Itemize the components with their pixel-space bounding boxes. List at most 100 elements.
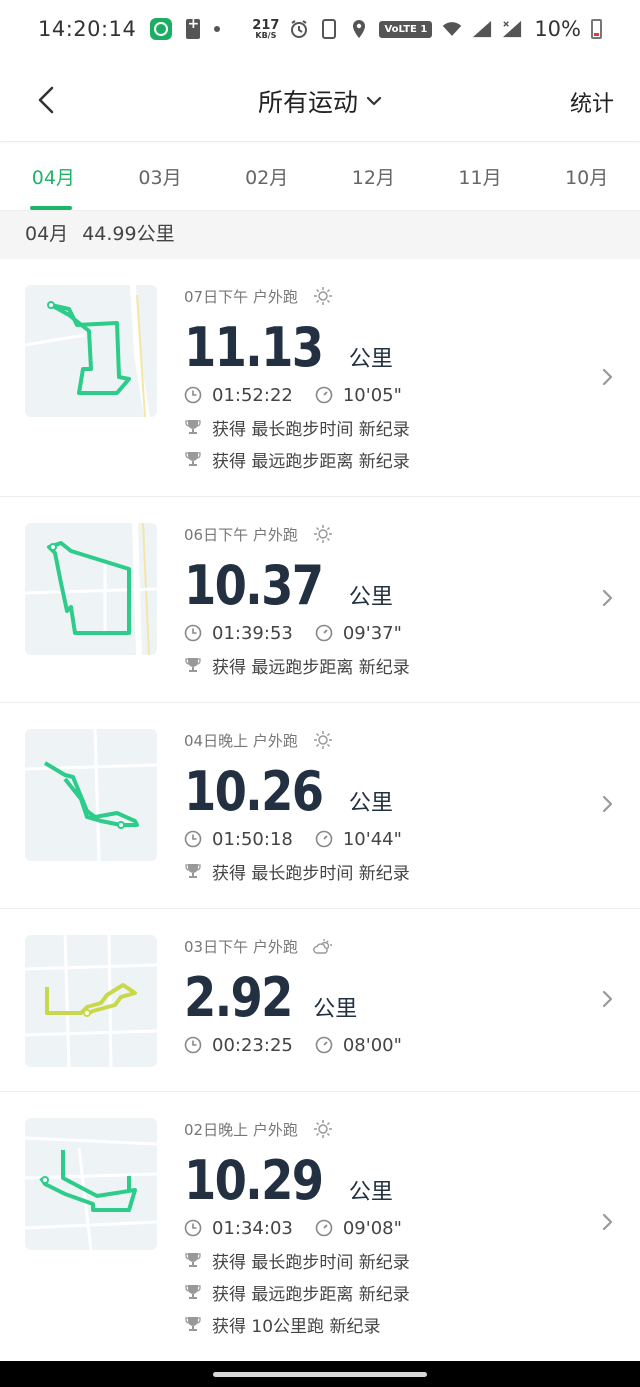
summary-month: 04月	[25, 223, 69, 245]
route-map-thumbnail	[25, 523, 157, 655]
run-list: 07日下午 户外跑 11.13 公里 01:52:22 10'05" 获得 最长…	[0, 259, 640, 1360]
battery-saver-icon	[186, 16, 201, 39]
distance-line: 11.13 公里	[184, 311, 580, 375]
run-info: 04日晚上 户外跑 10.26 公里 01:50:18 10'44" 获得 最长…	[184, 729, 580, 884]
chevron-right-icon	[600, 588, 616, 608]
pace: 10'05"	[315, 385, 402, 406]
app-header: 所有运动 统计	[0, 60, 640, 142]
distance-unit: 公里	[348, 585, 393, 610]
pace-gauge-icon	[315, 1036, 333, 1054]
partly-cloudy-icon	[312, 935, 334, 957]
statistics-button[interactable]: 统计	[570, 86, 614, 118]
record-badge: 获得 最远跑步距离 新纪录	[184, 447, 580, 472]
record-badge: 获得 最远跑步距离 新纪录	[184, 1280, 580, 1305]
record-badge: 获得 最长跑步时间 新纪录	[184, 415, 580, 440]
duration: 01:39:53	[184, 623, 293, 644]
tab-month-2[interactable]: 03月	[107, 143, 214, 210]
chevron-right-icon	[600, 794, 616, 814]
network-speed: 217 KB/S	[252, 17, 280, 40]
sun-icon	[312, 285, 334, 307]
chevron-right-icon	[600, 989, 616, 1009]
pace: 09'08"	[315, 1218, 402, 1239]
home-gesture-handle[interactable]	[213, 1372, 427, 1377]
run-item[interactable]: 04日晚上 户外跑 10.26 公里 01:50:18 10'44" 获得 最长…	[0, 703, 640, 909]
battery-percent: 10%	[534, 17, 581, 41]
run-item[interactable]: 02日晚上 户外跑 10.29 公里 01:34:03 09'08" 获得 最长…	[0, 1092, 640, 1360]
run-stats: 01:52:22 10'05"	[184, 383, 580, 407]
tab-month-5[interactable]: 11月	[427, 143, 534, 210]
pace-gauge-icon	[315, 830, 333, 848]
tab-month-4[interactable]: 12月	[320, 143, 427, 210]
location-icon	[349, 19, 369, 39]
distance-unit: 公里	[348, 791, 393, 816]
duration: 00:23:25	[184, 1035, 293, 1056]
trophy-icon	[184, 1283, 202, 1301]
app-notification-icon	[150, 18, 173, 40]
distance-unit: 公里	[313, 997, 358, 1022]
duration: 01:34:03	[184, 1218, 293, 1239]
run-distance: 10.37	[184, 554, 324, 617]
duration: 01:50:18	[184, 829, 293, 850]
notification-icons	[150, 16, 221, 40]
run-meta: 03日下午 户外跑	[184, 935, 580, 957]
duration: 01:52:22	[184, 385, 293, 406]
summary-total-distance: 44.99公里	[82, 223, 175, 245]
run-meta: 06日下午 户外跑	[184, 523, 580, 545]
status-bar: 14:20:14 217 KB/S VoLTE 1 10%	[0, 0, 640, 58]
sun-icon	[312, 523, 334, 545]
pace: 08'00"	[315, 1035, 402, 1056]
run-stats: 01:50:18 10'44"	[184, 827, 580, 851]
trophy-icon	[184, 1251, 202, 1269]
signal-nodata-icon	[502, 19, 522, 39]
back-button[interactable]	[28, 82, 64, 118]
tab-month-3[interactable]: 02月	[213, 143, 320, 210]
alarm-icon	[289, 19, 309, 39]
run-stats: 00:23:25 08'00"	[184, 1033, 580, 1057]
run-info: 02日晚上 户外跑 10.29 公里 01:34:03 09'08" 获得 最长…	[184, 1118, 580, 1337]
more-notifications-icon	[214, 26, 221, 32]
record-badge: 获得 10公里跑 新纪录	[184, 1312, 580, 1337]
sun-icon	[312, 1118, 334, 1140]
run-item[interactable]: 06日下午 户外跑 10.37 公里 01:39:53 09'37" 获得 最远…	[0, 497, 640, 703]
distance-line: 2.92 公里	[184, 961, 580, 1025]
volte-icon: VoLTE 1	[379, 20, 433, 38]
route-map-thumbnail	[25, 935, 157, 1067]
distance-line: 10.26 公里	[184, 755, 580, 819]
run-distance: 10.26	[184, 760, 324, 823]
chevron-right-icon	[600, 367, 616, 387]
run-item[interactable]: 07日下午 户外跑 11.13 公里 01:52:22 10'05" 获得 最长…	[0, 259, 640, 497]
pace-gauge-icon	[315, 624, 333, 642]
clock-icon	[184, 830, 202, 848]
trophy-icon	[184, 450, 202, 468]
trophy-icon	[184, 862, 202, 880]
route-map-thumbnail	[25, 729, 157, 861]
status-time: 14:20:14	[38, 17, 137, 41]
run-stats: 01:39:53 09'37"	[184, 621, 580, 645]
back-arrow-icon	[38, 86, 54, 114]
run-meta: 07日下午 户外跑	[184, 285, 580, 307]
record-badge: 获得 最远跑步距离 新纪录	[184, 653, 580, 678]
wifi-icon	[442, 19, 462, 39]
distance-unit: 公里	[348, 1180, 393, 1205]
pace-gauge-icon	[315, 1219, 333, 1237]
route-map-thumbnail	[25, 285, 157, 417]
trophy-icon	[184, 1315, 202, 1333]
trophy-icon	[184, 656, 202, 674]
month-summary: 04月 44.99公里	[0, 211, 640, 259]
clock-icon	[184, 386, 202, 404]
chevron-down-icon	[366, 96, 382, 105]
trophy-icon	[184, 418, 202, 436]
signal-icon	[472, 19, 492, 39]
route-map-thumbnail	[25, 1118, 157, 1250]
run-distance: 2.92	[184, 966, 293, 1029]
activity-type-dropdown[interactable]: 所有运动	[258, 83, 382, 119]
run-distance: 11.13	[184, 316, 324, 379]
run-distance: 10.29	[184, 1149, 324, 1212]
tab-month-6[interactable]: 10月	[533, 143, 640, 210]
clock-icon	[184, 1036, 202, 1054]
battery-icon	[591, 19, 602, 39]
tab-month-1[interactable]: 04月	[0, 143, 107, 210]
run-item[interactable]: 03日下午 户外跑 2.92 公里 00:23:25 08'00"	[0, 909, 640, 1092]
run-stats: 01:34:03 09'08"	[184, 1216, 580, 1240]
phone-icon	[319, 19, 339, 39]
